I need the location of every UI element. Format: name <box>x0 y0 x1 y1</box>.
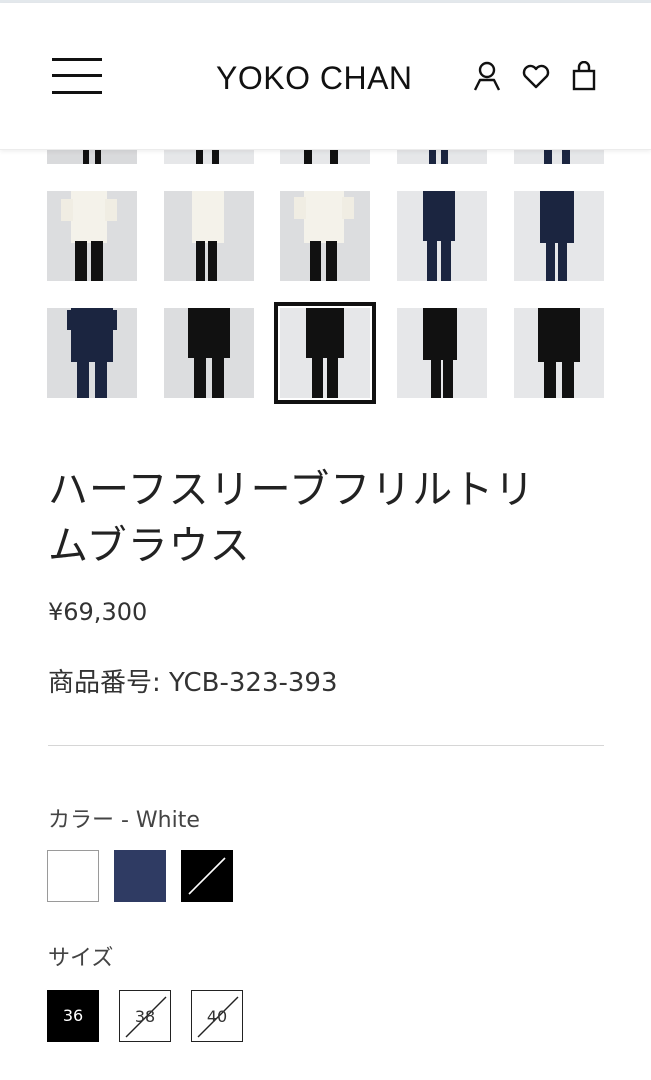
size-option-label: 36 <box>62 1006 84 1025</box>
thumbnail-image[interactable] <box>164 191 254 281</box>
product-title-line: ハーフスリーブフリルトリ <box>48 467 536 513</box>
size-option-label: 38 <box>134 1007 156 1026</box>
unavailable-slash-icon <box>188 857 226 895</box>
brand-logo[interactable]: YOKO CHAN <box>216 58 436 98</box>
thumbnail-image[interactable] <box>164 308 254 398</box>
divider <box>48 745 604 746</box>
thumbnail-image[interactable] <box>397 191 487 281</box>
color-swatch-white[interactable] <box>47 850 99 902</box>
color-swatch-black[interactable] <box>181 850 233 902</box>
thumbnail-image-selected[interactable] <box>274 302 376 404</box>
thumbnail-image[interactable] <box>47 308 137 398</box>
color-label: カラー - White <box>48 808 200 833</box>
product-price: ¥69,300 <box>48 598 148 626</box>
site-header: YOKO CHAN <box>0 3 651 150</box>
color-swatch-navy[interactable] <box>114 850 166 902</box>
size-option-38[interactable]: 38 <box>119 990 171 1042</box>
shopping-bag-icon[interactable] <box>569 61 599 93</box>
menu-icon[interactable] <box>52 58 102 94</box>
thumbnail-image[interactable] <box>280 191 370 281</box>
thumbnail-image[interactable] <box>47 191 137 281</box>
size-label: サイズ <box>48 946 114 971</box>
product-title: ハーフスリーブフリルトリ ムブラウス <box>48 462 608 574</box>
thumbnail-image[interactable] <box>514 308 604 398</box>
size-option-40[interactable]: 40 <box>191 990 243 1042</box>
product-sku: 商品番号: YCB-323-393 <box>48 668 338 698</box>
account-icon[interactable] <box>472 61 502 93</box>
size-option-36[interactable]: 36 <box>47 990 99 1042</box>
thumbnail-image[interactable] <box>514 191 604 281</box>
heart-icon[interactable] <box>521 61 551 93</box>
thumbnail-image[interactable] <box>397 308 487 398</box>
product-title-line: ムブラウス <box>48 523 251 569</box>
size-option-label: 40 <box>206 1007 228 1026</box>
